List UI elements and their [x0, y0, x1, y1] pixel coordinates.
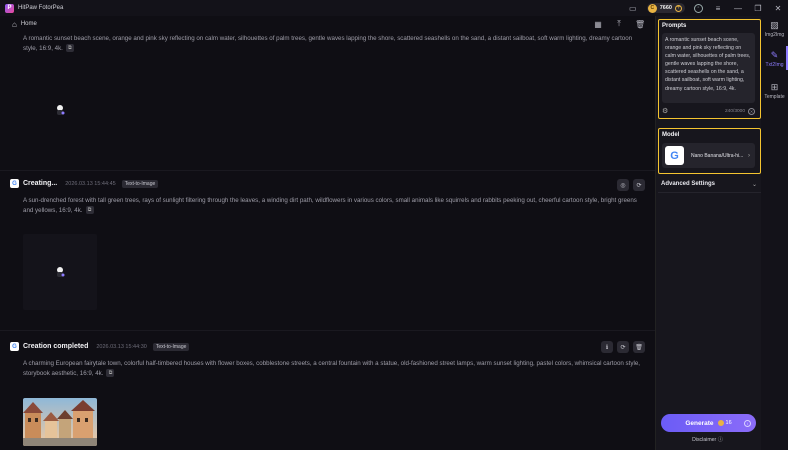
settings-panel: Prompts A romantic sunset beach scene, o…: [655, 16, 761, 450]
minimize-icon[interactable]: —: [728, 0, 748, 16]
copy-icon[interactable]: ⧉: [85, 206, 94, 215]
history-item: A romantic sunset beach scene, orange an…: [0, 32, 655, 167]
app-logo: P: [5, 3, 14, 13]
coin-icon: [717, 420, 724, 426]
advanced-settings-label: Advanced Settings: [661, 181, 716, 187]
cancel-icon[interactable]: ◎: [617, 179, 629, 191]
copy-icon[interactable]: ⧉: [106, 369, 115, 378]
delete-icon[interactable]: 🗑︎: [633, 341, 645, 353]
fairytale-town-image: [23, 398, 97, 446]
nav-row: ⌂ Home ▦ ⤒ 🗑︎: [0, 16, 655, 32]
rail-label: Txt2Img: [765, 62, 784, 68]
title-bar: P HitPaw FotorPea ▭ C 7660 + ◦ ≡ — ❐ ✕: [0, 0, 788, 16]
model-selector[interactable]: G Nano Banana/Ultra-hi... ›: [662, 143, 755, 168]
status-label: Creation completed: [23, 343, 89, 350]
home-icon[interactable]: ⌂: [12, 20, 17, 29]
chevron-right-icon: ›: [748, 152, 750, 159]
tool-rail: ▨ Img2Img ✎ Txt2Img ⊞ Template: [761, 16, 788, 450]
template-icon: ⊞: [770, 82, 779, 92]
history-feed: A romantic sunset beach scene, orange an…: [0, 32, 655, 450]
restore-icon[interactable]: ❐: [748, 0, 768, 16]
mode-tag: Text-to-Image: [152, 342, 190, 351]
model-name: Nano Banana/Ultra-hi...: [691, 152, 744, 159]
google-logo-icon: G: [665, 146, 684, 165]
avatar[interactable]: ◦: [694, 3, 703, 13]
divider: [658, 192, 761, 193]
timestamp: 2026.03.13 15:44:45: [65, 180, 116, 187]
result-thumbnail[interactable]: [23, 398, 97, 446]
notes-icon[interactable]: ▭: [623, 0, 643, 16]
info-icon[interactable]: ℹ: [601, 341, 613, 353]
close-icon[interactable]: ✕: [768, 0, 788, 16]
prompt-textarea[interactable]: A romantic sunset beach scene, orange an…: [662, 33, 755, 103]
rail-item-template[interactable]: ⊞ Template: [761, 82, 788, 100]
generate-button[interactable]: Generate 16 i: [661, 414, 756, 432]
delete-all-icon[interactable]: 🗑︎: [635, 20, 645, 29]
google-model-icon: G: [10, 179, 19, 188]
rail-item-txt2img[interactable]: ✎ Txt2Img: [761, 50, 788, 68]
loading-placeholder: [23, 234, 97, 310]
prompt-text: A romantic sunset beach scene, orange an…: [23, 35, 633, 53]
prompts-section: Prompts A romantic sunset beach scene, o…: [658, 19, 761, 119]
prompt-text: A charming European fairytale town, colo…: [23, 360, 640, 378]
credits-badge[interactable]: C 7660 +: [646, 3, 685, 13]
menu-icon[interactable]: ≡: [708, 0, 728, 16]
divider: [0, 170, 655, 171]
prompts-title: Prompts: [662, 23, 687, 29]
history-item: G Creation completed 2026.03.13 15:44:30…: [0, 340, 655, 450]
rail-label: Template: [764, 94, 785, 100]
rail-label: Img2Img: [764, 32, 785, 38]
regenerate-icon[interactable]: ⟳: [633, 179, 645, 191]
gallery-icon[interactable]: ▦: [593, 20, 603, 29]
prompt-text: A sun-drenched forest with tall green tr…: [23, 197, 637, 215]
item-header: G Creating... 2026.03.13 15:44:45 Text-t…: [10, 179, 159, 188]
chevron-down-icon: ⌄: [751, 181, 757, 188]
info-icon: ⓘ: [717, 437, 723, 443]
image-icon: ▨: [770, 20, 779, 30]
history-item: G Creating... 2026.03.13 15:44:45 Text-t…: [0, 178, 655, 318]
model-section: Model G Nano Banana/Ultra-hi... ›: [658, 128, 761, 174]
char-count: 240/3000: [724, 108, 745, 114]
google-model-icon: G: [10, 342, 19, 351]
info-icon[interactable]: i: [744, 419, 751, 427]
prompt-settings-icon[interactable]: ⚙: [662, 107, 668, 115]
item-header: G Creation completed 2026.03.13 15:44:30…: [10, 342, 190, 351]
advanced-settings-toggle[interactable]: Advanced Settings ⌄: [661, 179, 757, 189]
clear-prompt-icon[interactable]: ✕: [748, 107, 755, 115]
home-link[interactable]: Home: [21, 21, 37, 27]
status-label: Creating...: [23, 180, 58, 187]
copy-icon[interactable]: ⧉: [65, 44, 74, 53]
disclaimer-link[interactable]: Disclaimer ⓘ: [656, 436, 759, 443]
timestamp: 2026.03.13 15:44:30: [96, 343, 147, 350]
divider: [0, 330, 655, 331]
loading-icon: [57, 267, 65, 277]
model-title: Model: [662, 132, 680, 138]
mode-tag: Text-to-Image: [121, 179, 159, 188]
add-credits-icon[interactable]: +: [675, 4, 682, 12]
loading-icon: [57, 105, 65, 115]
app-title: HitPaw FotorPea: [18, 5, 64, 11]
text-image-icon: ✎: [770, 50, 779, 60]
generate-label: Generate: [685, 419, 714, 427]
generate-cost: 16: [725, 420, 732, 426]
credit-count: 7660: [659, 5, 672, 11]
regenerate-icon[interactable]: ⟳: [617, 341, 629, 353]
rail-item-img2img[interactable]: ▨ Img2Img: [761, 20, 788, 38]
coin-icon: C: [647, 3, 657, 13]
upload-icon[interactable]: ⤒: [614, 19, 624, 29]
